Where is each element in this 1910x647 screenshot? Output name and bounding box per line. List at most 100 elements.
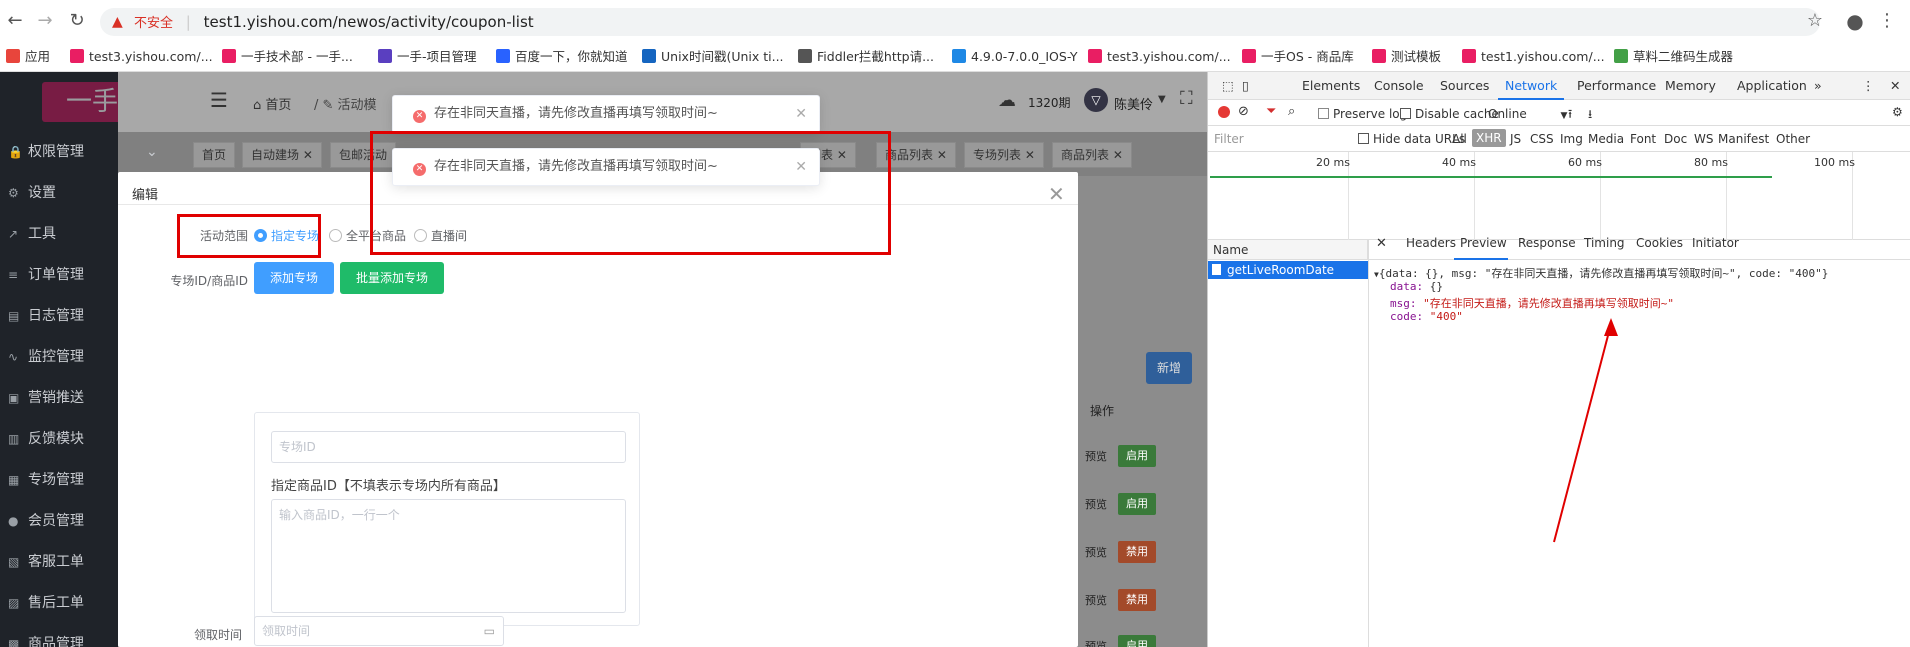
special-config-box: 专场ID 指定商品ID【不填表示专场内所有商品】 输入商品ID，一行一个 — [254, 412, 640, 626]
bookmark-item[interactable]: test1.yishou.com/... — [1462, 48, 1605, 66]
sidebar-item-tools[interactable]: ↗ 工具 — [0, 214, 118, 254]
sidebar-item-service[interactable]: ▧ 客服工单 — [0, 542, 118, 582]
bookmark-icon — [1462, 49, 1476, 63]
status-button[interactable]: 启用 — [1118, 635, 1156, 647]
bookmark-item[interactable]: 一手技术部 - 一手... — [222, 48, 353, 66]
special-id-input[interactable]: 专场ID — [271, 431, 626, 463]
close-icon[interactable]: ✕ — [795, 96, 807, 132]
reload-icon[interactable]: ↻ — [64, 8, 90, 34]
sidebar-item-logs[interactable]: ▤ 日志管理 — [0, 296, 118, 336]
star-icon[interactable]: ☆ — [1802, 8, 1828, 34]
caret-down-icon[interactable]: ▼ — [1158, 94, 1166, 105]
bookmark-icon — [1088, 49, 1102, 63]
bookmark-icon — [1242, 49, 1256, 63]
doc-icon: ▤ — [8, 309, 20, 323]
ticket-icon: ▧ — [8, 555, 20, 569]
tag-item[interactable]: 商品列表 ✕ — [1052, 142, 1132, 168]
cloud-download-icon[interactable]: ☁ — [998, 90, 1016, 111]
preview-link[interactable]: 预览 — [1085, 638, 1107, 647]
sidebar-item-goods[interactable]: ▩ 商品管理 — [0, 624, 118, 647]
gear-icon: ⚙ — [8, 186, 19, 200]
status-button[interactable]: 禁用 — [1118, 589, 1156, 611]
tag-home[interactable]: 首页 — [193, 142, 236, 168]
highlight-box — [177, 214, 321, 258]
preview-link[interactable]: 预览 — [1085, 592, 1107, 608]
close-icon[interactable]: ✕ — [1048, 182, 1065, 206]
status-button[interactable]: 启用 — [1118, 493, 1156, 515]
goods-label: 指定商品ID【不填表示专场内所有商品】 — [271, 479, 506, 494]
push-icon: ▣ — [8, 391, 20, 405]
sidebar-item-settings[interactable]: ⚙ 设置 — [0, 173, 118, 213]
avatar[interactable]: ▽ — [1084, 88, 1108, 112]
receive-time-input[interactable]: 领取时间 ▭ — [254, 616, 504, 646]
bookmarks-bar: 应用 test3.yishou.com/... 一手技术部 - 一手... 一手… — [0, 42, 1910, 72]
sidebar-item-orders[interactable]: ≡ 订单管理 — [0, 255, 118, 295]
qrcode-icon — [1614, 49, 1628, 63]
bookmark-item[interactable]: 测试模板 — [1372, 48, 1441, 66]
goods-icon: ▩ — [8, 637, 20, 647]
bookmark-item[interactable]: test3.yishou.com/... — [70, 48, 213, 66]
batch-add-button[interactable]: 批量添加专场 — [340, 262, 444, 294]
calendar-icon: ▭ — [483, 624, 495, 638]
user-name[interactable]: 陈美伶 — [1114, 94, 1153, 113]
tag-item[interactable]: 专场列表 ✕ — [964, 142, 1044, 168]
feedback-icon: ▥ — [8, 432, 20, 446]
url-input[interactable]: ▲ 不安全 | test1.yishou.com/newos/activity/… — [100, 8, 1820, 36]
sidebar-item-monitor[interactable]: ∿ 监控管理 — [0, 337, 118, 377]
goods-id-textarea[interactable]: 输入商品ID，一行一个 — [271, 499, 626, 613]
sidebar: 一手 🔒 权限管理 ⌄ ⚙ 设置 ↗ 工具 ≡ 订单管理 ▤ 日志管理 ∿ 监控管理 ▣ 营销推… — [0, 72, 158, 647]
user-icon: ● — [8, 514, 19, 528]
ticket-icon: ▨ — [8, 596, 20, 610]
error-icon: ✕ — [413, 110, 426, 123]
sidebar-item-specials[interactable]: ▦ 专场管理 — [0, 460, 118, 500]
bookmark-icon — [378, 49, 392, 63]
forward-icon[interactable]: → — [32, 8, 58, 34]
bookmark-item[interactable]: Fiddler拦截http请... — [798, 48, 934, 66]
sidebar-item-aftersale[interactable]: ▨ 售后工单 — [0, 583, 118, 623]
preview-link[interactable]: 预览 — [1085, 448, 1107, 464]
bookmark-icon — [952, 49, 966, 63]
status-button[interactable]: 禁用 — [1118, 541, 1156, 563]
breadcrumb-activity[interactable]: / ✎ 活动模 — [314, 94, 377, 113]
sidebar-item-permissions[interactable]: 🔒 权限管理 ⌄ — [0, 132, 158, 172]
sidebar-item-feedback[interactable]: ▥ 反馈模块 — [0, 419, 118, 459]
bookmark-item[interactable]: test3.yishou.com/... — [1088, 48, 1231, 66]
tag-item[interactable]: 自动建场 ✕ — [242, 142, 322, 168]
bookmark-item[interactable]: 一手-项目管理 — [378, 48, 477, 66]
browser-chrome: ← → ↻ ▲ 不安全 | test1.yishou.com/newos/act… — [0, 0, 1910, 72]
hamburger-icon[interactable]: ☰ — [210, 88, 228, 112]
preview-link[interactable]: 预览 — [1085, 544, 1107, 560]
bookmark-item[interactable]: 百度一下，你就知道 — [496, 48, 628, 66]
profile-icon[interactable]: ● — [1842, 8, 1868, 34]
menu-icon[interactable]: ⋮ — [1874, 8, 1900, 34]
bookmark-icon — [798, 49, 812, 63]
bookmark-item[interactable]: 一手OS - 商品库 — [1242, 48, 1354, 66]
new-button[interactable]: 新增 — [1146, 352, 1192, 384]
warning-icon: ▲ — [112, 14, 123, 30]
receive-time-label: 领取时间 — [193, 628, 242, 642]
list-icon: ≡ — [8, 268, 19, 282]
preview-link[interactable]: 预览 — [1085, 496, 1107, 512]
sidebar-item-members[interactable]: ● 会员管理 — [0, 501, 118, 541]
baidu-icon — [496, 49, 510, 63]
sidebar-item-marketing[interactable]: ▣ 营销推送 — [0, 378, 118, 418]
bookmark-item[interactable]: 4.9.0-7.0.0_IOS-Y — [952, 48, 1078, 66]
status-button[interactable]: 启用 — [1118, 445, 1156, 467]
bookmark-item[interactable]: 草料二维码生成器 — [1614, 48, 1733, 66]
add-special-button[interactable]: 添加专场 — [254, 262, 334, 294]
apps-icon — [6, 49, 20, 63]
tool-icon: ↗ — [8, 227, 19, 241]
fullscreen-icon[interactable]: ⛶ — [1180, 88, 1193, 109]
breadcrumb-home[interactable]: ⌂ 首页 — [253, 94, 291, 113]
bookmark-item[interactable]: Unix时间戳(Unix ti... — [642, 48, 784, 66]
annotation-arrow — [1553, 318, 1618, 543]
bookmark-apps[interactable]: 应用 — [6, 48, 50, 66]
back-icon[interactable]: ← — [2, 8, 28, 34]
period-label: 1320期 — [1028, 96, 1071, 110]
bookmark-icon — [1372, 49, 1386, 63]
special-label: 专场ID/商品ID — [170, 274, 248, 288]
special-icon: ▦ — [8, 473, 20, 487]
address-bar-row: ← → ↻ ▲ 不安全 | test1.yishou.com/newos/act… — [0, 0, 1910, 42]
bookmark-icon — [70, 49, 84, 63]
op-header: 操作 — [1090, 404, 1115, 418]
